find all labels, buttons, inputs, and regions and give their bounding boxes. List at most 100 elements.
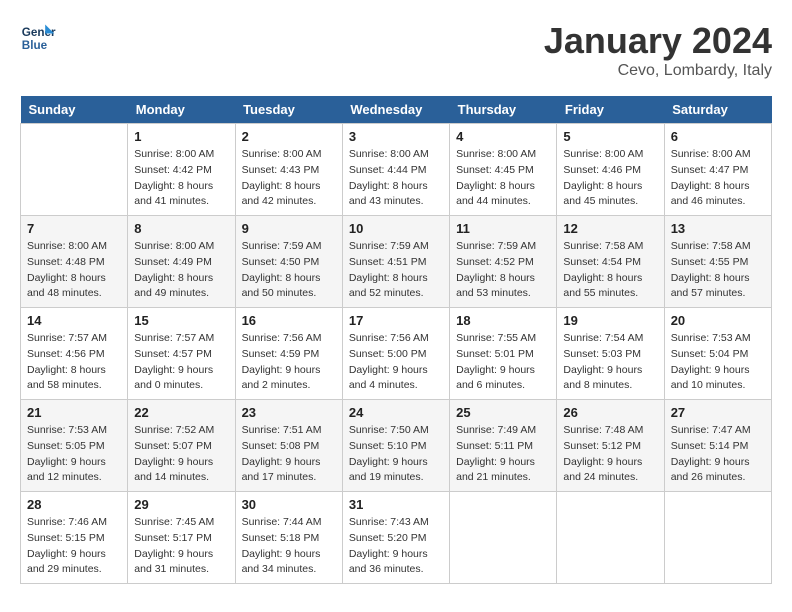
calendar-cell: 25 Sunrise: 7:49 AM Sunset: 5:11 PM Dayli…	[450, 400, 557, 492]
calendar-cell: 3 Sunrise: 8:00 AM Sunset: 4:44 PM Daylig…	[342, 124, 449, 216]
day-number: 22	[134, 405, 228, 420]
page-header: General Blue January 2024 Cevo, Lombardy…	[20, 20, 772, 80]
logo-icon: General Blue	[20, 20, 56, 56]
day-info: Sunrise: 8:00 AM Sunset: 4:49 PM Dayligh…	[134, 239, 228, 302]
day-info: Sunrise: 7:43 AM Sunset: 5:20 PM Dayligh…	[349, 515, 443, 578]
calendar-week-row: 28Sunrise: 7:46 AM Sunset: 5:15 PM Dayli…	[21, 492, 772, 584]
calendar-cell: 9 Sunrise: 7:59 AM Sunset: 4:50 PM Daylig…	[235, 216, 342, 308]
day-info: Sunrise: 8:00 AM Sunset: 4:43 PM Dayligh…	[242, 147, 336, 210]
day-info: Sunrise: 8:00 AM Sunset: 4:45 PM Dayligh…	[456, 147, 550, 210]
day-info: Sunrise: 7:55 AM Sunset: 5:01 PM Dayligh…	[456, 331, 550, 394]
day-number: 5	[563, 129, 657, 144]
day-info: Sunrise: 7:59 AM Sunset: 4:50 PM Dayligh…	[242, 239, 336, 302]
calendar-cell: 13Sunrise: 7:58 AM Sunset: 4:55 PM Dayli…	[664, 216, 771, 308]
day-number: 17	[349, 313, 443, 328]
location: Cevo, Lombardy, Italy	[544, 62, 772, 80]
day-number: 10	[349, 221, 443, 236]
weekday-header-friday: Friday	[557, 96, 664, 124]
calendar-week-row: 7 Sunrise: 8:00 AM Sunset: 4:48 PM Daylig…	[21, 216, 772, 308]
day-number: 6	[671, 129, 765, 144]
day-number: 12	[563, 221, 657, 236]
day-info: Sunrise: 8:00 AM Sunset: 4:42 PM Dayligh…	[134, 147, 228, 210]
day-number: 31	[349, 497, 443, 512]
day-info: Sunrise: 7:46 AM Sunset: 5:15 PM Dayligh…	[27, 515, 121, 578]
calendar-cell: 14Sunrise: 7:57 AM Sunset: 4:56 PM Dayli…	[21, 308, 128, 400]
day-info: Sunrise: 8:00 AM Sunset: 4:46 PM Dayligh…	[563, 147, 657, 210]
weekday-header-row: SundayMondayTuesdayWednesdayThursdayFrid…	[21, 96, 772, 124]
day-number: 20	[671, 313, 765, 328]
day-info: Sunrise: 7:57 AM Sunset: 4:57 PM Dayligh…	[134, 331, 228, 394]
calendar-cell: 26 Sunrise: 7:48 AM Sunset: 5:12 PM Dayli…	[557, 400, 664, 492]
day-number: 7	[27, 221, 121, 236]
day-number: 11	[456, 221, 550, 236]
calendar-cell: 1 Sunrise: 8:00 AM Sunset: 4:42 PM Daylig…	[128, 124, 235, 216]
day-number: 15	[134, 313, 228, 328]
day-info: Sunrise: 7:52 AM Sunset: 5:07 PM Dayligh…	[134, 423, 228, 486]
weekday-header-tuesday: Tuesday	[235, 96, 342, 124]
day-info: Sunrise: 7:56 AM Sunset: 4:59 PM Dayligh…	[242, 331, 336, 394]
day-number: 9	[242, 221, 336, 236]
day-info: Sunrise: 7:48 AM Sunset: 5:12 PM Dayligh…	[563, 423, 657, 486]
day-number: 1	[134, 129, 228, 144]
day-info: Sunrise: 7:44 AM Sunset: 5:18 PM Dayligh…	[242, 515, 336, 578]
day-number: 13	[671, 221, 765, 236]
day-number: 4	[456, 129, 550, 144]
calendar-cell: 23 Sunrise: 7:51 AM Sunset: 5:08 PM Dayli…	[235, 400, 342, 492]
logo: General Blue	[20, 20, 60, 56]
day-info: Sunrise: 7:49 AM Sunset: 5:11 PM Dayligh…	[456, 423, 550, 486]
day-info: Sunrise: 7:53 AM Sunset: 5:04 PM Dayligh…	[671, 331, 765, 394]
calendar-cell: 4 Sunrise: 8:00 AM Sunset: 4:45 PM Daylig…	[450, 124, 557, 216]
day-info: Sunrise: 7:51 AM Sunset: 5:08 PM Dayligh…	[242, 423, 336, 486]
weekday-header-wednesday: Wednesday	[342, 96, 449, 124]
day-info: Sunrise: 7:58 AM Sunset: 4:54 PM Dayligh…	[563, 239, 657, 302]
calendar-table: SundayMondayTuesdayWednesdayThursdayFrid…	[20, 96, 772, 584]
calendar-cell: 6 Sunrise: 8:00 AM Sunset: 4:47 PM Daylig…	[664, 124, 771, 216]
day-number: 2	[242, 129, 336, 144]
calendar-cell: 19 Sunrise: 7:54 AM Sunset: 5:03 PM Dayli…	[557, 308, 664, 400]
day-number: 18	[456, 313, 550, 328]
day-number: 24	[349, 405, 443, 420]
calendar-cell	[450, 492, 557, 584]
calendar-week-row: 21Sunrise: 7:53 AM Sunset: 5:05 PM Dayli…	[21, 400, 772, 492]
day-info: Sunrise: 7:47 AM Sunset: 5:14 PM Dayligh…	[671, 423, 765, 486]
day-info: Sunrise: 8:00 AM Sunset: 4:48 PM Dayligh…	[27, 239, 121, 302]
calendar-cell: 21Sunrise: 7:53 AM Sunset: 5:05 PM Dayli…	[21, 400, 128, 492]
calendar-cell: 17Sunrise: 7:56 AM Sunset: 5:00 PM Dayli…	[342, 308, 449, 400]
day-number: 19	[563, 313, 657, 328]
day-number: 21	[27, 405, 121, 420]
calendar-cell: 5 Sunrise: 8:00 AM Sunset: 4:46 PM Daylig…	[557, 124, 664, 216]
calendar-week-row: 1 Sunrise: 8:00 AM Sunset: 4:42 PM Daylig…	[21, 124, 772, 216]
month-title: January 2024	[544, 20, 772, 62]
day-number: 25	[456, 405, 550, 420]
day-number: 29	[134, 497, 228, 512]
calendar-cell	[21, 124, 128, 216]
weekday-header-saturday: Saturday	[664, 96, 771, 124]
calendar-cell: 20 Sunrise: 7:53 AM Sunset: 5:04 PM Dayli…	[664, 308, 771, 400]
calendar-cell	[664, 492, 771, 584]
title-area: January 2024 Cevo, Lombardy, Italy	[544, 20, 772, 80]
day-info: Sunrise: 7:59 AM Sunset: 4:52 PM Dayligh…	[456, 239, 550, 302]
day-number: 30	[242, 497, 336, 512]
calendar-cell: 18 Sunrise: 7:55 AM Sunset: 5:01 PM Dayli…	[450, 308, 557, 400]
calendar-cell: 10Sunrise: 7:59 AM Sunset: 4:51 PM Dayli…	[342, 216, 449, 308]
day-number: 27	[671, 405, 765, 420]
calendar-cell: 22 Sunrise: 7:52 AM Sunset: 5:07 PM Dayli…	[128, 400, 235, 492]
day-info: Sunrise: 8:00 AM Sunset: 4:44 PM Dayligh…	[349, 147, 443, 210]
day-info: Sunrise: 7:54 AM Sunset: 5:03 PM Dayligh…	[563, 331, 657, 394]
calendar-cell: 8Sunrise: 8:00 AM Sunset: 4:49 PM Daylig…	[128, 216, 235, 308]
calendar-cell: 2 Sunrise: 8:00 AM Sunset: 4:43 PM Daylig…	[235, 124, 342, 216]
calendar-cell: 30 Sunrise: 7:44 AM Sunset: 5:18 PM Dayli…	[235, 492, 342, 584]
day-number: 26	[563, 405, 657, 420]
day-info: Sunrise: 7:45 AM Sunset: 5:17 PM Dayligh…	[134, 515, 228, 578]
calendar-cell: 28Sunrise: 7:46 AM Sunset: 5:15 PM Dayli…	[21, 492, 128, 584]
calendar-cell: 12 Sunrise: 7:58 AM Sunset: 4:54 PM Dayli…	[557, 216, 664, 308]
weekday-header-monday: Monday	[128, 96, 235, 124]
calendar-cell: 7 Sunrise: 8:00 AM Sunset: 4:48 PM Daylig…	[21, 216, 128, 308]
day-number: 14	[27, 313, 121, 328]
calendar-cell: 29 Sunrise: 7:45 AM Sunset: 5:17 PM Dayli…	[128, 492, 235, 584]
day-info: Sunrise: 8:00 AM Sunset: 4:47 PM Dayligh…	[671, 147, 765, 210]
calendar-cell: 11 Sunrise: 7:59 AM Sunset: 4:52 PM Dayli…	[450, 216, 557, 308]
day-number: 3	[349, 129, 443, 144]
day-info: Sunrise: 7:50 AM Sunset: 5:10 PM Dayligh…	[349, 423, 443, 486]
day-number: 23	[242, 405, 336, 420]
